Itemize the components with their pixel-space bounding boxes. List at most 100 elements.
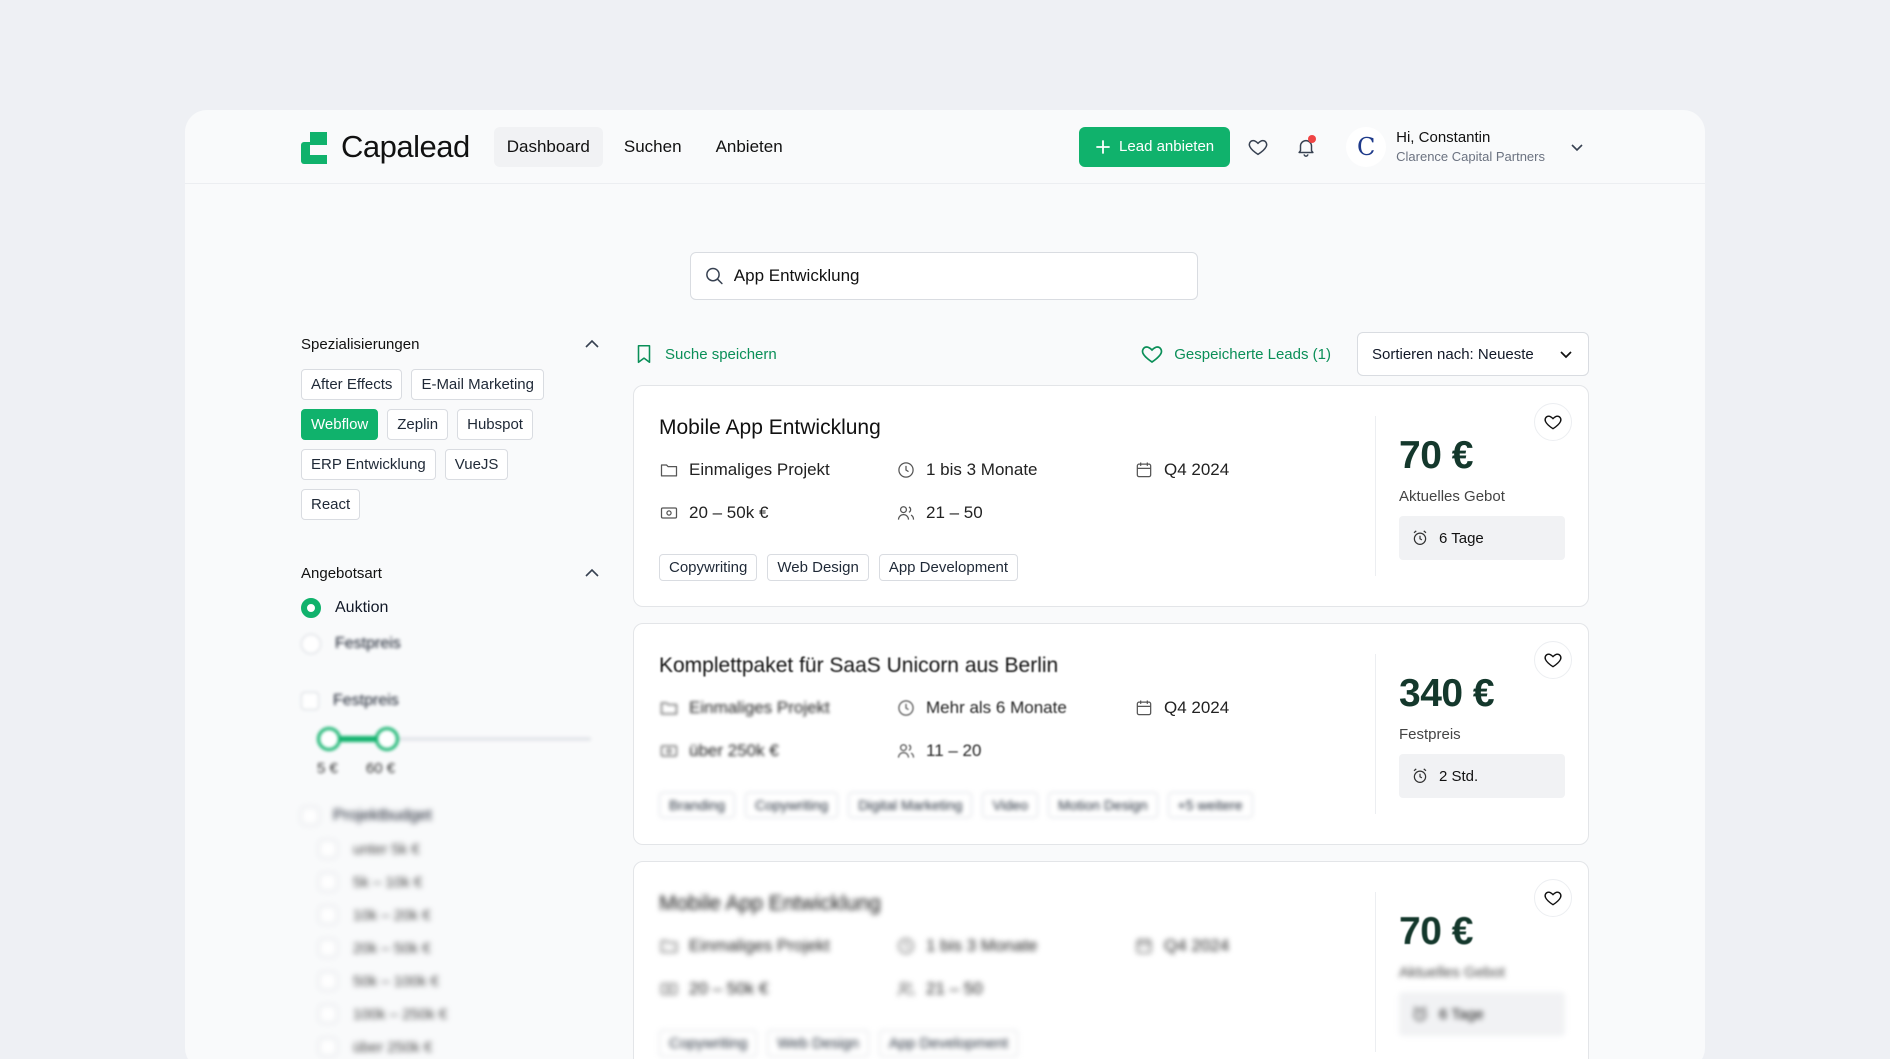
chevron-up-icon [585,339,599,348]
money-icon [660,983,678,995]
save-search-button[interactable]: Suche speichern [633,343,777,365]
price-max-label: 60 € [365,760,396,777]
fixed-price-label: Festpreis [333,692,399,709]
bookmark-icon [637,344,651,364]
lead-tag-more[interactable]: +5 weitere [1167,792,1253,818]
alarm-clock-icon [1413,768,1427,783]
favorites-button[interactable] [1238,127,1278,167]
checkbox[interactable] [319,1005,337,1023]
radio-label: Festpreis [335,635,401,652]
nav-suchen[interactable]: Suchen [611,127,695,167]
slider-min-handle[interactable] [317,727,341,751]
lead-tag: App Development [878,554,1019,581]
offer-type-header[interactable]: Angebotsart [301,564,601,582]
radio-auktion[interactable]: Auktion [301,598,601,618]
checkbox[interactable] [319,840,337,858]
project-type-text: Einmaliges Projekt [689,936,830,955]
tag-after-effects[interactable]: After Effects [301,369,403,400]
lead-card[interactable]: Komplettpaket für SaaS Unicorn aus Berli… [633,623,1589,845]
duration-text: 1 bis 3 Monate [926,936,1038,955]
heart-icon [1544,415,1562,430]
checkbox[interactable] [301,807,319,825]
budget-option[interactable]: 20k – 50k € [319,939,601,957]
budget-option[interactable]: 10k – 20k € [319,906,601,924]
lead-project-type: Einmaliges Projekt [659,460,830,480]
lead-tags: Copywriting Web Design App Development [659,554,1019,581]
budget-option[interactable]: 5k – 10k € [319,873,601,891]
tag-erp-entwicklung[interactable]: ERP Entwicklung [301,449,436,480]
radio-button[interactable] [301,634,321,654]
fixed-price-filter[interactable]: Festpreis [301,692,601,710]
quarter-text: Q4 2024 [1164,460,1230,479]
folder-icon [660,464,678,477]
tag-webflow[interactable]: Webflow [301,409,379,440]
tag-hubspot[interactable]: Hubspot [457,409,533,440]
tag-zeplin[interactable]: Zeplin [387,409,449,440]
budget-option[interactable]: 100k – 250k € [319,1005,601,1023]
avatar: C [1346,126,1387,167]
lead-tag: Motion Design [1048,792,1158,818]
checkbox[interactable] [319,1038,337,1056]
app-window: Capalead Dashboard Suchen Anbieten Lead … [185,110,1705,1059]
radio-festpreis[interactable]: Festpreis [301,634,601,654]
specializations-header[interactable]: Spezialisierungen [301,335,601,353]
tag-react[interactable]: React [301,489,361,520]
lead-title[interactable]: Mobile App Entwicklung [659,416,881,440]
checkbox[interactable] [319,906,337,924]
lead-price: 340 € [1399,672,1495,715]
nav-anbieten[interactable]: Anbieten [703,127,796,167]
lead-tag: Digital Marketing [848,792,973,818]
calendar-icon [1136,462,1152,478]
saved-leads-label: Gespeicherte Leads (1) [1174,345,1331,363]
notifications-button[interactable] [1286,127,1326,167]
lead-card[interactable]: Mobile App Entwicklung Einmaliges Projek… [633,861,1589,1059]
lead-card[interactable]: Mobile App Entwicklung Einmaliges Projek… [633,385,1589,607]
logo[interactable]: Capalead [301,129,470,165]
lead-project-type: Einmaliges Projekt [659,698,830,718]
budget-option[interactable]: 50k – 100k € [319,972,601,990]
price-range-slider[interactable] [301,724,591,754]
lead-title[interactable]: Mobile App Entwicklung [659,892,881,916]
favorite-button[interactable] [1534,879,1572,917]
radio-button[interactable] [301,598,321,618]
lead-title[interactable]: Komplettpaket für SaaS Unicorn aus Berli… [659,654,1058,678]
lead-tag: Video [982,792,1039,818]
nav-dashboard[interactable]: Dashboard [493,126,603,167]
price-min-label: 5 € [317,760,338,777]
checkbox[interactable] [319,939,337,957]
team-size-text: 11 – 20 [926,741,982,760]
budget-text: über 250k € [689,741,779,760]
money-icon [660,745,678,757]
sort-dropdown[interactable]: Sortieren nach: Neueste [1357,332,1589,376]
budget-option[interactable]: unter 5k € [319,840,601,858]
checkbox[interactable] [319,873,337,891]
search-input[interactable] [733,266,1183,286]
budget-option-label: 50k – 100k € [353,972,439,990]
heart-icon [1544,653,1562,668]
lead-tag: Copywriting [745,792,839,818]
user-menu[interactable]: C Hi, Constantin Clarence Capital Partne… [1346,126,1585,167]
budget-option-label: 20k – 50k € [353,939,431,957]
project-budget-filter[interactable]: Projektbudget [301,807,601,825]
saved-leads-button[interactable]: Gespeicherte Leads (1) [1140,342,1331,366]
time-left-badge: 2 Std. [1399,754,1565,798]
checkbox[interactable] [301,692,319,710]
favorite-button[interactable] [1534,641,1572,679]
slider-max-handle[interactable] [375,727,399,751]
lead-tag: Branding [659,792,736,818]
checkbox[interactable] [319,972,337,990]
budget-option[interactable]: über 250k € [319,1038,601,1056]
notification-dot [1308,134,1317,143]
tag-email-marketing[interactable]: E-Mail Marketing [411,369,544,400]
favorite-button[interactable] [1534,403,1572,441]
users-icon [897,982,915,996]
search-bar [690,252,1198,300]
lead-tag: Copywriting [659,1030,758,1057]
lead-tags: Copywriting Web Design App Development [659,1030,1019,1057]
lead-quarter: Q4 2024 [1134,460,1229,480]
lead-tags: Branding Copywriting Digital Marketing V… [659,792,1253,818]
time-left-badge: 6 Tage [1399,516,1565,560]
results-toolbar: Suche speichern Gespeicherte Leads (1) S… [633,332,1589,376]
tag-vuejs[interactable]: VueJS [444,449,509,480]
lead-anbieten-button[interactable]: Lead anbieten [1079,126,1231,167]
